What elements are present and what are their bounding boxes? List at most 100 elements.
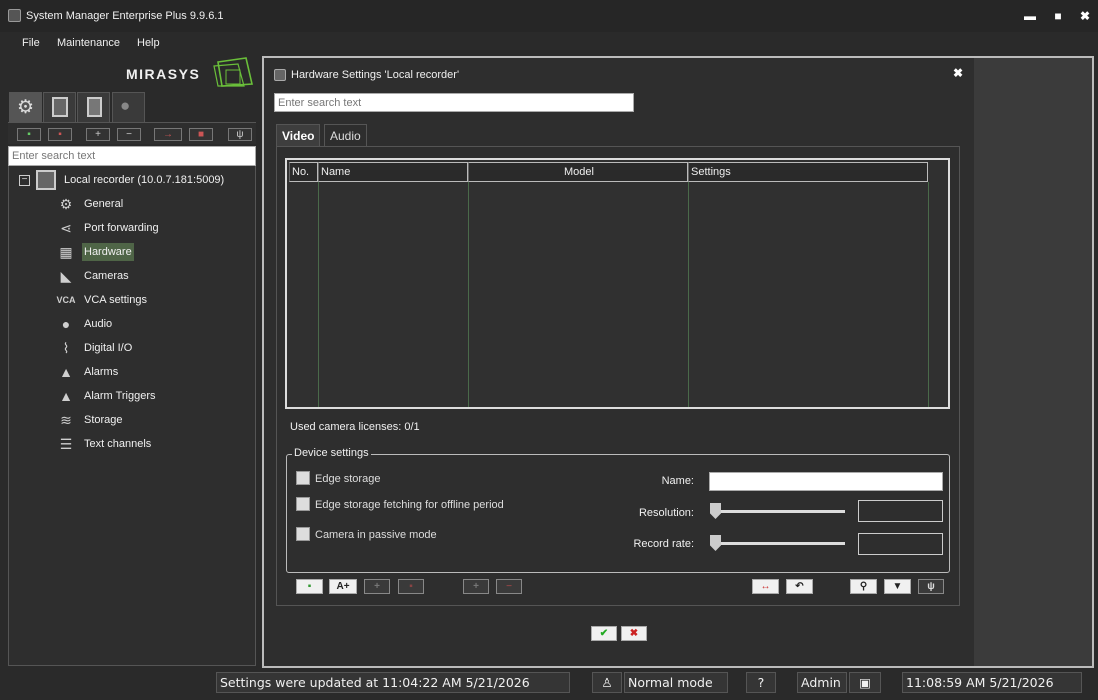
remove-server-button[interactable]: ▪ bbox=[48, 128, 72, 141]
record-rate-slider-track[interactable] bbox=[711, 542, 845, 545]
move-button[interactable]: → bbox=[154, 128, 182, 141]
add-text-button[interactable]: A+ bbox=[329, 579, 357, 594]
passive-mode-checkbox[interactable] bbox=[296, 527, 310, 541]
ok-button[interactable]: ✔ bbox=[591, 626, 617, 641]
remove-server-icon: ▪ bbox=[58, 129, 62, 140]
tab-video[interactable]: Video bbox=[276, 124, 321, 146]
io-icon: ⌇ bbox=[62, 339, 70, 356]
sidebar-item-alarm-triggers[interactable]: ▲ Alarm Triggers bbox=[56, 386, 158, 406]
status-mode: Normal mode bbox=[624, 672, 728, 693]
grid-column-line bbox=[318, 182, 319, 407]
name-label: Name: bbox=[661, 475, 694, 487]
add-camera-icon: ▪ bbox=[307, 581, 312, 592]
dialog-search-input[interactable] bbox=[274, 93, 634, 112]
sidebar-item-label: Alarms bbox=[84, 366, 119, 378]
record-rate-label: Record rate: bbox=[633, 538, 694, 550]
mirasys-logo-icon bbox=[213, 57, 253, 87]
sidebar-item-audio[interactable]: ● Audio bbox=[56, 314, 114, 334]
sidebar-search-input[interactable] bbox=[8, 146, 256, 166]
menu-file[interactable]: File bbox=[22, 37, 40, 49]
dialog-close-icon[interactable]: ✖ bbox=[950, 66, 966, 82]
filter-icon: ▼ bbox=[892, 581, 903, 592]
recorder-server-icon bbox=[36, 170, 56, 190]
tab-users[interactable]: ● bbox=[112, 92, 145, 122]
minus-icon: − bbox=[506, 581, 512, 592]
add-camera-button[interactable]: ▪ bbox=[296, 579, 323, 594]
replace-icon: ↔ bbox=[760, 581, 771, 592]
mode-icon: ♙ bbox=[592, 672, 622, 693]
cancel-button[interactable]: ✖ bbox=[621, 626, 647, 641]
microphone-icon: ● bbox=[61, 316, 71, 332]
plug-button[interactable]: ψ bbox=[918, 579, 944, 594]
tree-root-recorder[interactable]: Local recorder (10.0.7.181:5009) bbox=[64, 174, 224, 186]
remove-channel-button[interactable]: − bbox=[496, 579, 522, 594]
users-icon: ● bbox=[120, 96, 131, 115]
maximize-icon[interactable]: ■ bbox=[1050, 8, 1066, 24]
camera-icon: ◣ bbox=[60, 267, 72, 284]
remove-button[interactable]: − bbox=[117, 128, 141, 141]
hardware-settings-dialog: Hardware Settings 'Local recorder' ✖ Vid… bbox=[262, 56, 1094, 668]
record-rate-value bbox=[858, 533, 943, 555]
grid-header-model[interactable]: Model bbox=[468, 162, 688, 182]
sidebar-item-general[interactable]: ⚙ General bbox=[56, 194, 125, 214]
layers-icon: ≋ bbox=[60, 411, 72, 428]
filter-button[interactable]: ▼ bbox=[884, 579, 911, 594]
sidebar-item-storage[interactable]: ≋ Storage bbox=[56, 410, 125, 430]
edge-storage-label: Edge storage bbox=[315, 473, 381, 485]
close-icon[interactable]: ✖ bbox=[1077, 8, 1093, 24]
dialog-side-area bbox=[974, 58, 1092, 666]
restore-button[interactable]: ↶ bbox=[786, 579, 813, 594]
sidebar-item-cameras[interactable]: ◣ Cameras bbox=[56, 266, 131, 286]
lock-icon[interactable]: ▣ bbox=[849, 672, 881, 693]
grid-column-line bbox=[688, 182, 689, 407]
device-settings-legend: Device settings bbox=[292, 447, 371, 459]
search-icon: ⚲ bbox=[859, 581, 868, 592]
stop-icon: ■ bbox=[197, 129, 205, 140]
sidebar-item-text-channels[interactable]: ☰ Text channels bbox=[56, 434, 153, 454]
status-user: Admin bbox=[797, 672, 847, 693]
plug-button[interactable]: ψ bbox=[228, 128, 252, 141]
remove-camera-button[interactable]: ▪ bbox=[398, 579, 424, 594]
minimize-icon[interactable]: ▬ bbox=[1022, 8, 1038, 24]
add-server-button[interactable]: ▪ bbox=[17, 128, 41, 141]
grid-header-settings[interactable]: Settings bbox=[688, 162, 928, 182]
sidebar-item-port-forwarding[interactable]: ⋖ Port forwarding bbox=[56, 218, 161, 238]
replace-button[interactable]: ↔ bbox=[752, 579, 779, 594]
add-disabled-button[interactable]: + bbox=[364, 579, 390, 594]
check-icon: ✔ bbox=[599, 628, 609, 639]
sidebar-item-vca-settings[interactable]: VCA VCA settings bbox=[56, 290, 149, 310]
help-button[interactable]: ? bbox=[746, 672, 776, 693]
mirasys-logo-text: MIRASYS bbox=[126, 66, 201, 82]
stop-button[interactable]: ■ bbox=[189, 128, 213, 141]
edge-storage-checkbox[interactable] bbox=[296, 471, 310, 485]
sidebar-item-label: Text channels bbox=[84, 438, 152, 450]
tab-recorders[interactable] bbox=[43, 92, 76, 122]
grid-column-line bbox=[468, 182, 469, 407]
sidebar-item-alarms[interactable]: ▲ Alarms bbox=[56, 362, 120, 382]
resolution-slider-track[interactable] bbox=[711, 510, 845, 513]
add-server-icon: ▪ bbox=[27, 129, 31, 140]
resolution-label: Resolution: bbox=[638, 507, 694, 519]
menu-maintenance[interactable]: Maintenance bbox=[57, 37, 120, 49]
name-input[interactable] bbox=[709, 472, 943, 491]
sidebar-item-label: Storage bbox=[84, 414, 123, 426]
tree-collapse-icon[interactable]: − bbox=[19, 175, 30, 186]
resolution-value bbox=[858, 500, 943, 522]
tab-clipboard[interactable] bbox=[77, 92, 110, 122]
grid-header-name[interactable]: Name bbox=[318, 162, 468, 182]
vca-icon: VCA bbox=[56, 295, 76, 305]
add-channel-button[interactable]: + bbox=[463, 579, 489, 594]
sidebar-item-hardware[interactable]: ▦ Hardware bbox=[56, 242, 134, 262]
edge-storage-fetching-checkbox[interactable] bbox=[296, 497, 310, 511]
tab-settings[interactable]: ⚙ bbox=[9, 92, 42, 122]
add-button[interactable]: + bbox=[86, 128, 110, 141]
tab-audio[interactable]: Audio bbox=[324, 124, 367, 146]
sidebar-item-digital-i-o[interactable]: ⌇ Digital I/O bbox=[56, 338, 134, 358]
menu-help[interactable]: Help bbox=[137, 37, 160, 49]
plug-icon: ψ bbox=[927, 581, 935, 592]
camera-grid[interactable]: No. Name Model Settings bbox=[285, 158, 950, 409]
server-icon bbox=[52, 97, 68, 117]
search-button[interactable]: ⚲ bbox=[850, 579, 877, 594]
grid-header-no[interactable]: No. bbox=[289, 162, 318, 182]
sidebar-item-label: VCA settings bbox=[84, 294, 147, 306]
